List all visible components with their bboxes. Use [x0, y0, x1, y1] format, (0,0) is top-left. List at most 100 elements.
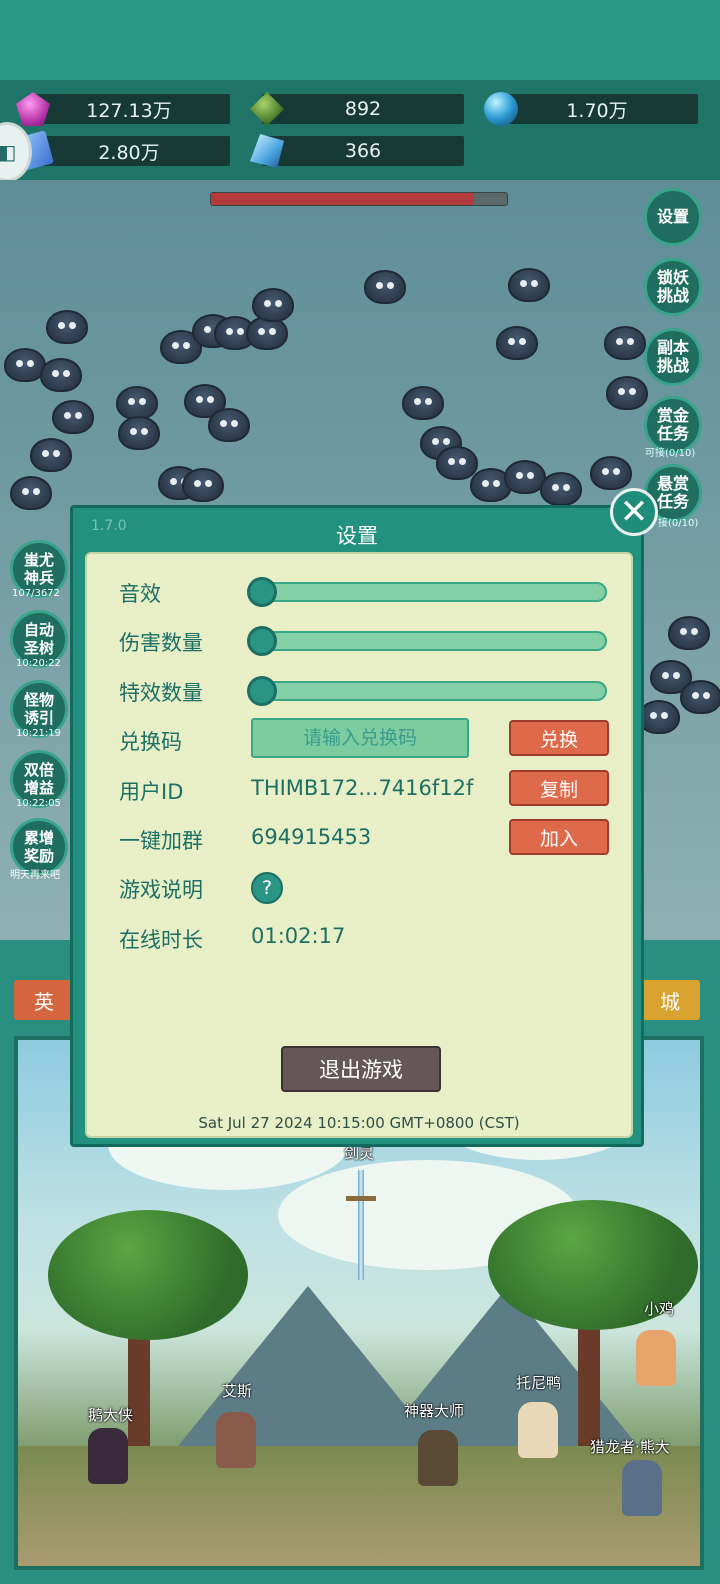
help-icon[interactable]: ?	[251, 872, 283, 904]
damage-slider[interactable]	[247, 626, 607, 656]
monster	[436, 446, 478, 480]
tony-name: 托尼鸭	[516, 1374, 562, 1392]
monster	[116, 386, 158, 420]
sound-label: 音效	[119, 582, 161, 606]
gem-counter: 127.13万	[16, 92, 230, 126]
monster	[52, 400, 94, 434]
monster	[46, 310, 88, 344]
settings-modal: 1.7.0 设置 音效 伤害数量 特效数量 兑换码 兑换 用户ID THIMB1…	[70, 505, 644, 1147]
bounty-task-count: 可接(0/10)	[645, 448, 696, 459]
green-gem-icon	[250, 92, 284, 126]
instructions-label: 游戏说明	[119, 878, 203, 902]
help-symbol: ?	[261, 877, 273, 899]
hero-tab-label: 英	[34, 989, 54, 1014]
tree	[48, 1210, 248, 1340]
lock-demon-button[interactable]: 锁妖 挑战	[644, 258, 702, 316]
join-button[interactable]: 加入	[509, 819, 609, 855]
user-id-label: 用户ID	[119, 780, 184, 804]
monster-lure-label: 怪物 诱引	[23, 691, 54, 727]
green-gem-counter: 892	[250, 92, 464, 126]
chick-name: 小鸡	[644, 1300, 675, 1318]
tony-duck-npc[interactable]	[518, 1402, 558, 1458]
redeem-button-label: 兑换	[539, 728, 578, 751]
cumulative-reward-label: 累增 奖励	[23, 829, 54, 865]
monster	[680, 680, 720, 714]
modal-title: 设置	[336, 524, 378, 548]
book-value: 2.80万	[98, 141, 160, 164]
monster	[208, 408, 250, 442]
monster	[118, 416, 160, 450]
double-boost-timer: 10:22:05	[16, 798, 61, 809]
sound-slider-knob[interactable]	[247, 577, 277, 607]
close-icon[interactable]: ✕	[610, 488, 658, 536]
monster	[508, 268, 550, 302]
pink-gem-icon	[16, 92, 50, 126]
crystal-icon	[250, 134, 284, 168]
exit-game-button[interactable]: 退出游戏	[281, 1046, 441, 1092]
boss-health-fill	[211, 193, 475, 205]
monster	[496, 326, 538, 360]
top-status-bar	[0, 0, 720, 80]
chiyou-weapon-label: 蚩尤 神兵	[23, 551, 54, 587]
bear-npc[interactable]	[622, 1460, 662, 1516]
boss-health-bar	[210, 192, 508, 206]
sound-slider[interactable]	[247, 577, 607, 607]
double-boost-label: 双倍 增益	[23, 761, 54, 797]
effects-slider[interactable]	[247, 676, 607, 706]
crystal-counter: 366	[250, 134, 464, 168]
copy-button-label: 复制	[539, 778, 578, 801]
monster	[668, 616, 710, 650]
redeem-button[interactable]: 兑换	[509, 720, 609, 756]
effects-slider-knob[interactable]	[247, 676, 277, 706]
join-group-label: 一键加群	[119, 829, 203, 853]
hero-tab[interactable]: 英	[14, 980, 74, 1020]
monster	[604, 326, 646, 360]
master-name: 神器大师	[404, 1402, 465, 1420]
monster	[590, 456, 632, 490]
ace-name: 艾斯	[222, 1382, 253, 1400]
duck-hero-npc[interactable]	[88, 1428, 128, 1484]
sword-spirit[interactable]	[346, 1170, 376, 1280]
master-npc[interactable]	[418, 1430, 458, 1486]
monster	[606, 376, 648, 410]
redeem-code-input[interactable]	[251, 718, 469, 758]
reward-task-label: 悬赏 任务	[656, 474, 689, 511]
dungeon-button[interactable]: 副本 挑战	[644, 328, 702, 386]
reward-task-count: 接(0/10)	[658, 518, 699, 529]
damage-slider-knob[interactable]	[247, 626, 277, 656]
green-gem-value: 892	[344, 98, 382, 120]
duck-hero-name: 鹅大侠	[88, 1406, 134, 1424]
monster	[540, 472, 582, 506]
orb-value: 1.70万	[566, 99, 628, 122]
timestamp: Sat Jul 27 2024 10:15:00 GMT+0800 (CST)	[198, 1114, 520, 1132]
online-time-label: 在线时长	[119, 928, 203, 952]
monster-lure-timer: 10:21:19	[16, 728, 61, 739]
city-tab[interactable]: 城	[640, 980, 700, 1020]
orb-counter: 1.70万	[484, 92, 698, 126]
copy-button[interactable]: 复制	[509, 770, 609, 806]
settings-button[interactable]: 设置	[644, 188, 702, 246]
group-number: 694915453	[251, 825, 372, 849]
join-button-label: 加入	[539, 827, 578, 850]
effects-label: 特效数量	[119, 681, 203, 705]
crystal-value: 366	[344, 140, 382, 162]
cumulative-reward-status: 明天再来吧	[10, 870, 60, 881]
settings-panel: 音效 伤害数量 特效数量 兑换码 兑换 用户ID THIMB172...7416…	[85, 552, 633, 1138]
bear-name: 猎龙者·熊大	[590, 1438, 670, 1456]
chiyou-weapon-progress: 107/3672	[12, 588, 60, 599]
online-time-value: 01:02:17	[251, 924, 346, 948]
bounty-task-label: 赏金 任务	[656, 406, 689, 443]
dungeon-label: 副本 挑战	[656, 338, 689, 375]
book-counter: 2.80万	[12, 130, 230, 172]
resource-bar: 127.13万 892 1.70万 2.80万 366	[0, 80, 720, 180]
ace-npc[interactable]	[216, 1412, 256, 1468]
chick-npc[interactable]	[636, 1330, 676, 1386]
redeem-label: 兑换码	[119, 730, 182, 754]
monster	[40, 358, 82, 392]
monster	[252, 288, 294, 322]
monster	[182, 468, 224, 502]
monster	[30, 438, 72, 472]
city-tab-label: 城	[660, 989, 680, 1014]
user-id-value: THIMB172...7416f12f	[251, 776, 474, 800]
gem-value: 127.13万	[86, 99, 172, 122]
